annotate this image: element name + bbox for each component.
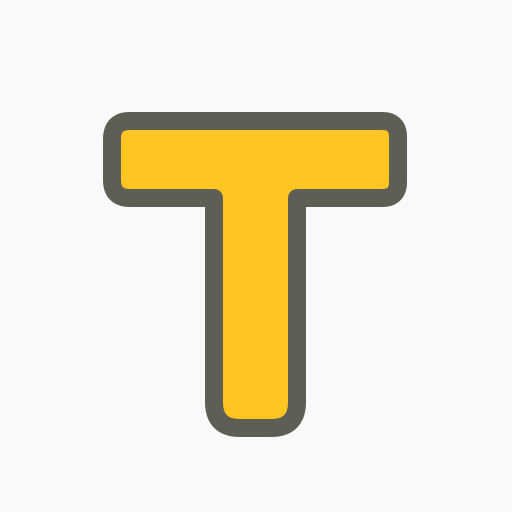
letter-t-shape [103,112,407,437]
app-icon-canvas [0,0,512,512]
letter-t-icon [103,112,407,437]
